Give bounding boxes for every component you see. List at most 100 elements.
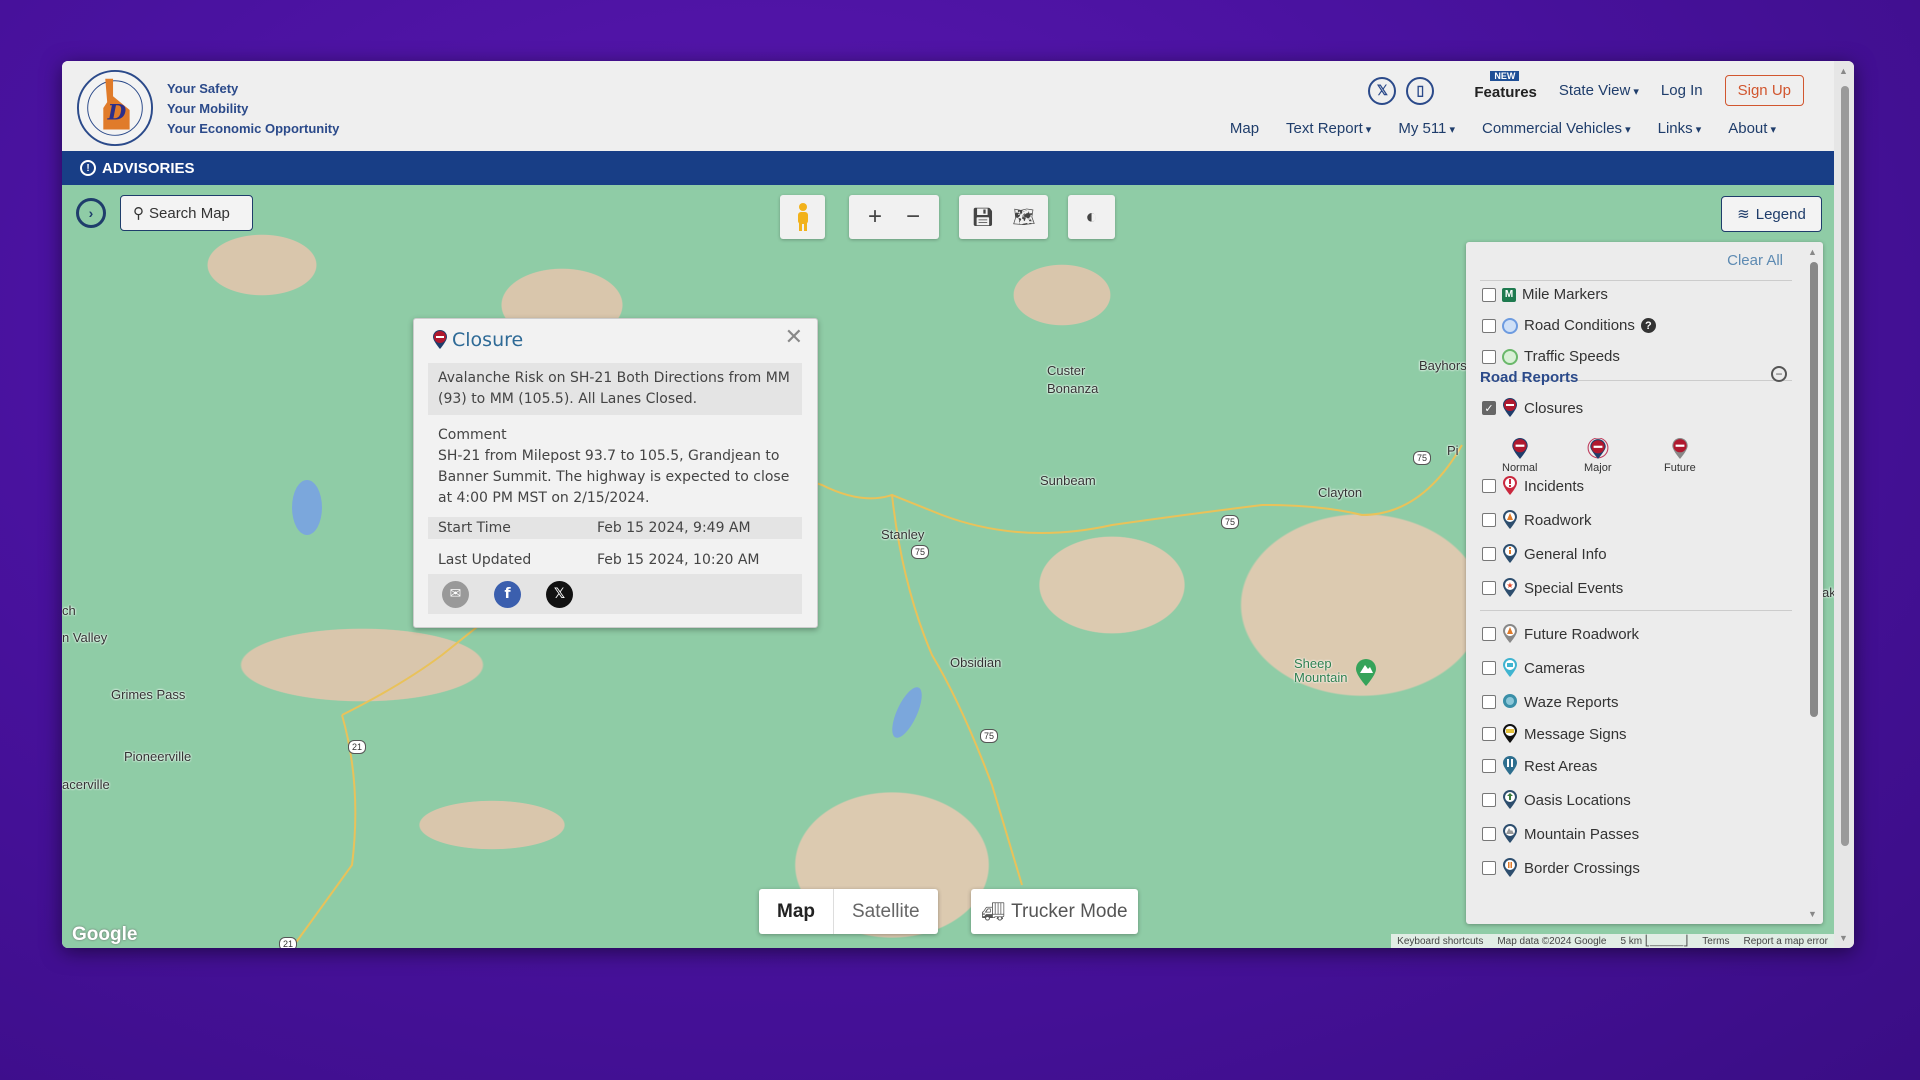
border-crossing-pin-icon	[1503, 858, 1517, 877]
map-layers-icon[interactable]: 🗺︎	[1013, 207, 1036, 228]
popup-comment: Comment SH-21 from Milepost 93.7 to 105.…	[428, 421, 802, 513]
scroll-down-arrow[interactable]: ▼	[1839, 933, 1848, 943]
street-view-pegman-button[interactable]	[780, 195, 825, 239]
expand-sidebar-button[interactable]: ›	[76, 198, 106, 228]
checkbox[interactable]	[1482, 287, 1496, 302]
info-pin-icon	[1503, 544, 1517, 563]
legend-label: Legend	[1755, 205, 1806, 223]
closure-pin-icon	[1503, 398, 1517, 417]
checkbox[interactable]	[1482, 793, 1496, 807]
map-label-pi: Pi	[1447, 443, 1459, 458]
mobile-app-icon[interactable]: ▯	[1406, 76, 1435, 105]
legend-item-border-crossings[interactable]: Border Crossings	[1482, 858, 1640, 878]
map-label-sunbeam: Sunbeam	[1040, 473, 1096, 488]
contrast-toggle-button[interactable]: ◐	[1068, 195, 1115, 239]
legend-scrollbar[interactable]: ▲ ▼	[1807, 247, 1819, 919]
trucker-mode-button[interactable]: 🚚︎ Trucker Mode	[971, 889, 1138, 934]
map-canvas[interactable]: Custer Bonanza Bayhorse Sunbeam Clayton …	[62, 185, 1834, 948]
zoom-out-button[interactable]: −	[906, 203, 920, 231]
scroll-up-arrow[interactable]: ▲	[1839, 66, 1848, 76]
legend-item-message-signs[interactable]: Message Signs	[1482, 724, 1627, 744]
checkbox[interactable]	[1482, 547, 1496, 561]
login-link[interactable]: Log In	[1661, 82, 1703, 99]
map-label-placerville: acerville	[62, 777, 110, 792]
checkbox[interactable]	[1482, 349, 1496, 364]
legend-label: Traffic Speeds	[1524, 348, 1620, 365]
x-social-icon[interactable]: 𝕏	[1368, 76, 1397, 105]
legend-item-road-conditions[interactable]: Road Conditions ?	[1482, 317, 1656, 334]
save-icon[interactable]: 💾︎	[972, 207, 995, 228]
legend-item-mile-markers[interactable]: M Mile Markers	[1482, 286, 1608, 303]
map-type-satellite-button[interactable]: Satellite	[834, 889, 938, 934]
map-type-map-button[interactable]: Map	[759, 889, 834, 934]
scroll-thumb[interactable]	[1810, 262, 1818, 717]
page-scrollbar[interactable]: ▲ ▼	[1834, 61, 1854, 948]
checkbox[interactable]	[1482, 581, 1496, 595]
legend-label: Mountain Passes	[1524, 825, 1640, 843]
email-share-icon[interactable]: ✉	[442, 580, 469, 608]
x-share-icon[interactable]: 𝕏	[546, 580, 573, 608]
checkbox[interactable]	[1482, 318, 1496, 333]
checkbox[interactable]	[1482, 513, 1496, 527]
signup-button[interactable]: Sign Up	[1724, 75, 1804, 106]
checkbox[interactable]	[1482, 727, 1496, 741]
scroll-up-arrow[interactable]: ▲	[1808, 247, 1817, 257]
legend-item-oasis-locations[interactable]: Oasis Locations	[1482, 790, 1631, 810]
mountain-pass-pin-icon	[1503, 824, 1517, 843]
legend-item-incidents[interactable]: Incidents	[1482, 476, 1584, 496]
nav-commercial-vehicles[interactable]: Commercial Vehicles	[1482, 120, 1631, 137]
nav-map[interactable]: Map	[1230, 120, 1259, 137]
state-view-dropdown[interactable]: State View	[1559, 82, 1639, 99]
checkbox[interactable]	[1482, 695, 1496, 709]
report-map-error-link[interactable]: Report a map error	[1744, 936, 1828, 947]
nav-links[interactable]: Links	[1658, 120, 1702, 137]
itd-logo[interactable]: D	[76, 69, 154, 147]
collapse-icon[interactable]: −	[1771, 366, 1787, 382]
map-label-custer: Custer	[1047, 363, 1086, 378]
nav-my-511[interactable]: My 511	[1398, 120, 1455, 137]
checkbox-checked[interactable]: ✓	[1482, 401, 1496, 415]
legend-item-closures[interactable]: ✓ Closures	[1482, 398, 1583, 418]
legend-item-mountain-passes[interactable]: Mountain Passes	[1482, 824, 1639, 844]
legend-item-roadwork[interactable]: Roadwork	[1482, 510, 1592, 530]
special-event-pin-icon: ★	[1503, 578, 1517, 597]
legend-item-rest-areas[interactable]: Rest Areas	[1482, 756, 1597, 776]
legend-button[interactable]: ≋ Legend	[1721, 196, 1822, 232]
checkbox[interactable]	[1482, 661, 1496, 675]
nav-about[interactable]: About	[1728, 120, 1776, 137]
share-bar: ✉ f 𝕏	[428, 574, 802, 614]
keyboard-shortcuts-link[interactable]: Keyboard shortcuts	[1397, 936, 1483, 947]
legend-item-future-roadwork[interactable]: Future Roadwork	[1482, 624, 1639, 644]
advisories-bar[interactable]: ! ADVISORIES	[62, 151, 1834, 185]
trucker-mode-label: Trucker Mode	[1011, 900, 1128, 922]
nav-text-report[interactable]: Text Report	[1286, 120, 1371, 137]
road-conditions-icon	[1502, 317, 1518, 334]
checkbox[interactable]	[1482, 759, 1496, 773]
legend-item-cameras[interactable]: Cameras	[1482, 658, 1585, 678]
scroll-thumb[interactable]	[1841, 86, 1849, 846]
legend-item-general-info[interactable]: General Info	[1482, 544, 1607, 564]
legend-label: Waze Reports	[1524, 693, 1619, 711]
terms-link[interactable]: Terms	[1702, 936, 1729, 947]
route-75-shield: 75	[980, 729, 998, 743]
zoom-in-button[interactable]: +	[868, 203, 882, 231]
facebook-share-icon[interactable]: f	[494, 580, 521, 608]
incident-pin-icon	[1503, 476, 1517, 495]
legend-item-waze-reports[interactable]: Waze Reports	[1482, 692, 1618, 712]
mountain-poi-icon[interactable]	[1355, 659, 1377, 687]
legend-label: Special Events	[1524, 579, 1624, 597]
divider	[1480, 610, 1792, 611]
checkbox[interactable]	[1482, 827, 1496, 841]
close-icon[interactable]: ✕	[785, 325, 803, 350]
legend-item-special-events[interactable]: ★ Special Events	[1482, 578, 1623, 598]
legend-item-traffic-speeds[interactable]: Traffic Speeds	[1482, 348, 1620, 365]
route-75-shield: 75	[911, 545, 929, 559]
checkbox[interactable]	[1482, 861, 1496, 875]
features-link[interactable]: NEW Features	[1474, 71, 1537, 101]
search-map-button[interactable]: ⚲ Search Map	[120, 195, 253, 231]
clear-all-link[interactable]: Clear All	[1727, 252, 1783, 269]
checkbox[interactable]	[1482, 479, 1496, 493]
scroll-down-arrow[interactable]: ▼	[1808, 909, 1817, 919]
checkbox[interactable]	[1482, 627, 1496, 641]
help-icon[interactable]: ?	[1640, 318, 1656, 333]
